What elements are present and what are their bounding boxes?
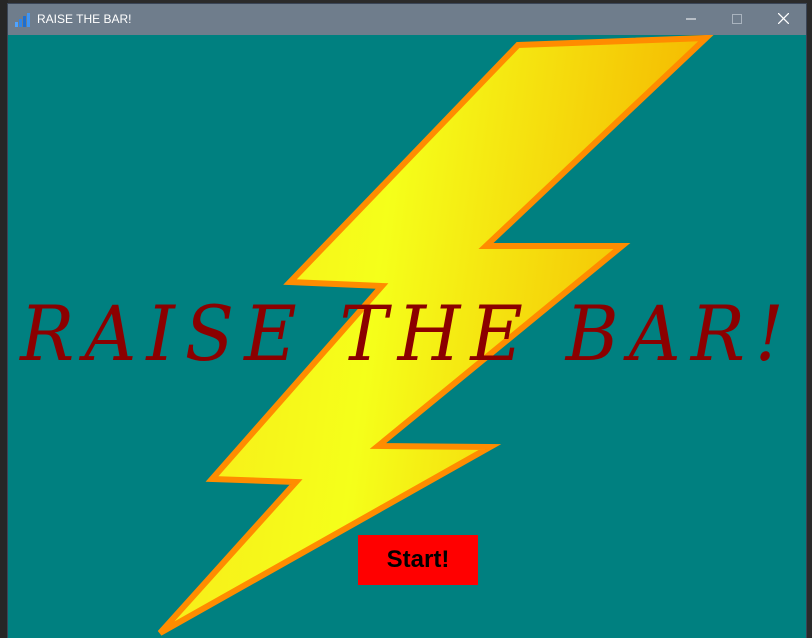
desktop-right-edge	[806, 0, 812, 638]
minimize-button[interactable]	[668, 4, 714, 35]
minimize-icon	[686, 11, 696, 29]
app-window: RAISE THE BAR! RAISE THE BAR! Start!	[8, 4, 806, 638]
game-canvas: RAISE THE BAR! Start!	[8, 35, 806, 638]
desktop-left-edge	[0, 0, 8, 638]
game-title: RAISE THE BAR!	[20, 289, 794, 379]
bar-chart-icon	[15, 13, 31, 27]
maximize-button[interactable]	[714, 4, 760, 35]
title-bar[interactable]: RAISE THE BAR!	[8, 4, 806, 35]
close-icon	[777, 11, 789, 29]
start-button[interactable]: Start!	[358, 535, 478, 585]
window-title: RAISE THE BAR!	[37, 12, 132, 26]
maximize-icon	[732, 11, 742, 29]
close-button[interactable]	[760, 4, 806, 35]
